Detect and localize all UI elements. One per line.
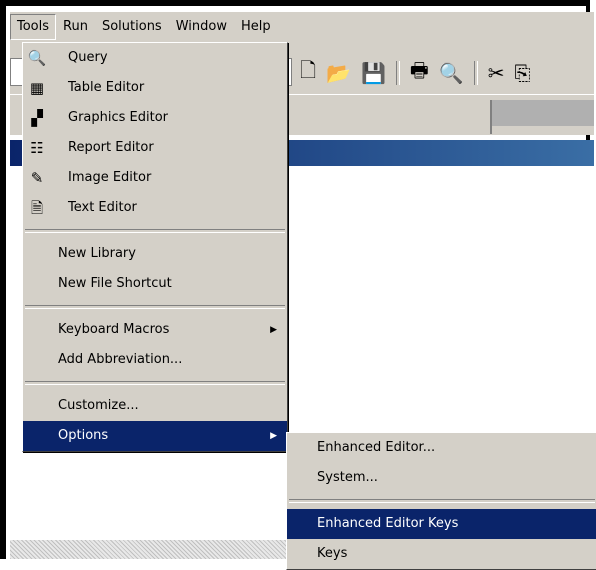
- menu-bar: Tools Run Solutions Window Help: [10, 12, 594, 42]
- menu-item-keys[interactable]: Keys: [287, 539, 596, 569]
- menu-item-query[interactable]: 🔍 Query: [23, 43, 287, 73]
- print-icon[interactable]: 🖶: [410, 56, 429, 90]
- menu-window[interactable]: Window: [169, 15, 234, 39]
- menu-item-label: Table Editor: [68, 80, 145, 95]
- menu-item-label: Text Editor: [68, 200, 137, 215]
- toolbar-panel-right: [492, 100, 594, 126]
- tools-menu: 🔍 Query ▦ Table Editor ▞ Graphics Editor…: [22, 42, 288, 452]
- menu-separator: [25, 229, 285, 233]
- menu-item-options[interactable]: Options ▶: [23, 421, 287, 451]
- toolbar-separator: [395, 61, 400, 85]
- query-icon: 🔍: [27, 49, 47, 67]
- text-editor-icon: 🗎: [30, 199, 44, 217]
- menu-item-label: Query: [68, 50, 108, 65]
- menu-item-label: Graphics Editor: [68, 110, 169, 125]
- menu-item-image-editor[interactable]: ✎ Image Editor: [23, 163, 287, 193]
- menu-item-label: Report Editor: [68, 140, 154, 155]
- open-icon[interactable]: 📂: [326, 61, 351, 85]
- menu-item-label: Keyboard Macros: [58, 322, 170, 337]
- workspace-background: [10, 540, 290, 559]
- menu-item-text-editor[interactable]: 🗎 Text Editor: [23, 193, 287, 223]
- copy-icon[interactable]: ⎘: [514, 61, 530, 85]
- graphics-editor-icon: ▞: [31, 109, 43, 127]
- toolbar-panel: [290, 100, 492, 134]
- submenu-arrow-icon: ▶: [270, 431, 277, 441]
- menu-item-report-editor[interactable]: ☷ Report Editor: [23, 133, 287, 163]
- menu-item-new-file-shortcut[interactable]: New File Shortcut: [23, 269, 287, 299]
- menu-item-enhanced-editor[interactable]: Enhanced Editor...: [287, 433, 596, 463]
- menu-item-label: Options: [58, 428, 109, 443]
- menu-separator: [25, 381, 285, 385]
- menu-item-keyboard-macros[interactable]: Keyboard Macros ▶: [23, 315, 287, 345]
- menu-separator: [25, 305, 285, 309]
- menu-separator: [289, 499, 595, 503]
- submenu-arrow-icon: ▶: [270, 325, 277, 335]
- cut-icon[interactable]: ✂: [488, 61, 505, 85]
- image-editor-icon: ✎: [30, 169, 44, 187]
- toolbar-icons: 🗋 📂 💾 🖶 🔍 ✂ ⎘: [300, 58, 530, 88]
- menu-run[interactable]: Run: [56, 15, 95, 39]
- menu-item-table-editor[interactable]: ▦ Table Editor: [23, 73, 287, 103]
- print-preview-icon[interactable]: 🔍: [439, 61, 464, 85]
- report-editor-icon: ☷: [30, 139, 44, 157]
- menu-item-new-library[interactable]: New Library: [23, 239, 287, 269]
- table-editor-icon: ▦: [29, 79, 45, 97]
- menu-item-customize[interactable]: Customize...: [23, 391, 287, 421]
- menu-item-system[interactable]: System...: [287, 463, 596, 493]
- menu-item-label: Image Editor: [68, 170, 152, 185]
- menu-solutions[interactable]: Solutions: [95, 15, 169, 39]
- menu-item-graphics-editor[interactable]: ▞ Graphics Editor: [23, 103, 287, 133]
- save-icon[interactable]: 💾: [361, 61, 386, 85]
- menu-item-enhanced-editor-keys[interactable]: Enhanced Editor Keys: [287, 509, 596, 539]
- options-submenu: Enhanced Editor... System... Enhanced Ed…: [286, 432, 596, 570]
- toolbar-separator: [473, 61, 478, 85]
- menu-tools[interactable]: Tools: [10, 14, 57, 40]
- menu-item-add-abbreviation[interactable]: Add Abbreviation...: [23, 345, 287, 375]
- new-icon[interactable]: 🗋: [300, 56, 316, 90]
- menu-help[interactable]: Help: [234, 15, 278, 39]
